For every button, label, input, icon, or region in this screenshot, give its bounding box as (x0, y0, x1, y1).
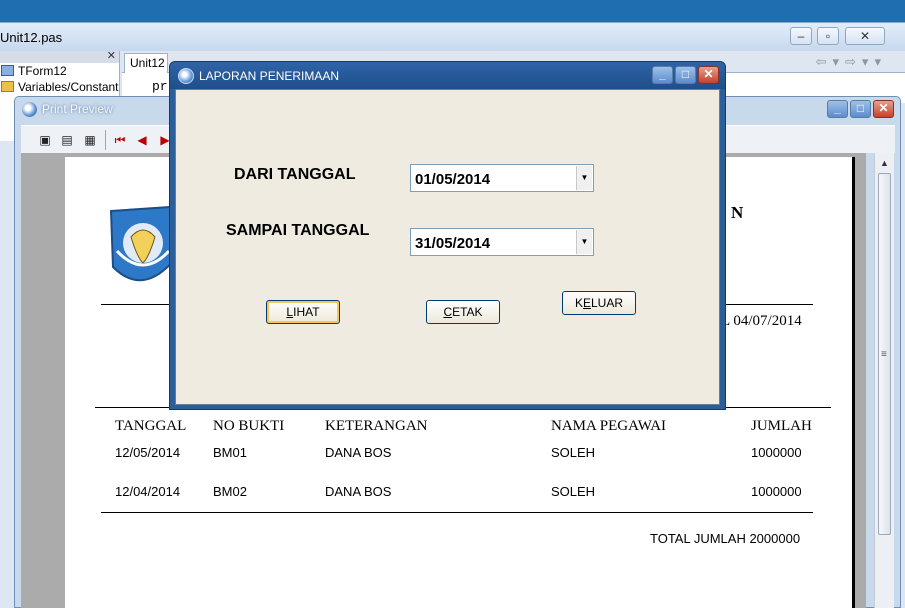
dialog-minimize-button[interactable]: _ (652, 66, 673, 84)
table-bottom-divider (101, 512, 813, 513)
col-header-jumlah: JUMLAH (751, 418, 812, 434)
whole-page-icon[interactable]: ▣ (36, 131, 54, 149)
keluar-button[interactable]: KELUAR (562, 291, 636, 315)
laporan-dialog: LAPORAN PENERIMAAN _ □ ✕ DARI TANGGAL 01… (169, 61, 726, 410)
nav-arrows-icon[interactable]: ⇦▾⇨▾▾ (816, 54, 887, 70)
cetak-button[interactable]: CETAK (426, 300, 500, 324)
tree-item-variables[interactable]: Variables/Constants (0, 79, 119, 95)
tab-unit12[interactable]: Unit12 (124, 53, 168, 73)
to-date-value: 31/05/2014 (415, 235, 491, 252)
folder-icon (1, 81, 14, 92)
to-date-picker[interactable]: 31/05/2014 ▼ (410, 228, 594, 256)
col-header-no-bukti: NO BUKTI (213, 418, 285, 434)
preview-close-button[interactable]: ✕ (873, 100, 894, 118)
cell-nama-pegawai: SOLEH (551, 445, 596, 460)
first-page-icon[interactable]: ⏮ (111, 131, 129, 149)
close-icon[interactable]: ✕ (107, 49, 116, 62)
dialog-body: DARI TANGGAL 01/05/2014 ▼ SAMPAI TANGGAL… (175, 89, 720, 405)
app-icon (178, 68, 194, 84)
cell-tanggal: 12/04/2014 (115, 484, 181, 499)
dialog-title: LAPORAN PENERIMAAN (199, 69, 340, 83)
report-header-fragment: N (731, 203, 744, 222)
ide-minimize-button[interactable]: – (790, 27, 812, 45)
cell-keterangan: DANA BOS (325, 484, 392, 499)
code-text: pr (152, 79, 168, 94)
button-label: ETAK (452, 305, 483, 319)
from-date-value: 01/05/2014 (415, 171, 491, 188)
col-header-tanggal: TANGGAL (115, 418, 187, 434)
button-label: IHAT (293, 305, 320, 319)
zoom-icon[interactable]: ▦ (81, 131, 99, 149)
from-date-label: DARI TANGGAL (234, 166, 356, 183)
preview-minimize-button[interactable]: _ (827, 100, 848, 118)
structure-panel-header: ✕ (0, 49, 119, 63)
report-date: L 04/07/2014 (721, 313, 802, 329)
dialog-title-bar[interactable]: LAPORAN PENERIMAAN _ □ ✕ (170, 62, 725, 89)
cell-nama-pegawai: SOLEH (551, 484, 596, 499)
cell-no-bukti: BM01 (213, 445, 247, 460)
preview-maximize-button[interactable]: □ (850, 100, 871, 118)
app-icon (22, 102, 37, 117)
col-header-keterangan: KETERANGAN (325, 418, 428, 434)
cell-no-bukti: BM02 (213, 484, 247, 499)
chevron-down-icon[interactable]: ▼ (576, 230, 592, 254)
ide-maximize-button[interactable]: ▫ (817, 27, 839, 45)
preview-vertical-scrollbar[interactable]: ▲ ≡ (874, 153, 894, 608)
dialog-close-button[interactable]: ✕ (698, 66, 719, 84)
school-logo-icon (109, 205, 177, 282)
page-width-icon[interactable]: ▤ (58, 131, 76, 149)
cell-jumlah: 1000000 (751, 484, 802, 499)
cell-keterangan: DANA BOS (325, 445, 392, 460)
to-date-label: SAMPAI TANGGAL (226, 222, 370, 239)
button-label: K (574, 296, 583, 310)
chevron-down-icon[interactable]: ▼ (576, 166, 592, 190)
previous-page-icon[interactable]: ◀ (133, 131, 151, 149)
accel-key: E (582, 296, 591, 310)
dialog-maximize-button[interactable]: □ (675, 66, 696, 84)
print-preview-title: Print Preview (42, 102, 113, 116)
scroll-thumb[interactable]: ≡ (878, 173, 891, 535)
scroll-up-icon[interactable]: ▲ (880, 158, 889, 168)
grip-icon: ≡ (881, 349, 887, 360)
accel-key: C (443, 305, 453, 319)
cell-jumlah: 1000000 (751, 445, 802, 460)
ide-close-button[interactable]: ✕ (845, 27, 885, 45)
cell-tanggal: 12/05/2014 (115, 445, 181, 460)
button-label: LUAR (591, 296, 624, 310)
ide-title-bar: Unit12.pas – ▫ ✕ (0, 23, 905, 51)
form-icon (1, 65, 14, 76)
tree-item-label: Variables/Constants (18, 80, 119, 94)
col-header-nama-pegawai: NAMA PEGAWAI (551, 418, 667, 434)
tree-item-form[interactable]: TForm12 (0, 63, 119, 79)
toolbar-divider (105, 130, 106, 150)
ide-title: Unit12.pas (0, 30, 63, 45)
lihat-button[interactable]: LIHAT (266, 300, 340, 324)
tree-item-label: TForm12 (18, 64, 67, 78)
from-date-picker[interactable]: 01/05/2014 ▼ (410, 164, 594, 192)
report-total: TOTAL JUMLAH 2000000 (650, 531, 801, 546)
